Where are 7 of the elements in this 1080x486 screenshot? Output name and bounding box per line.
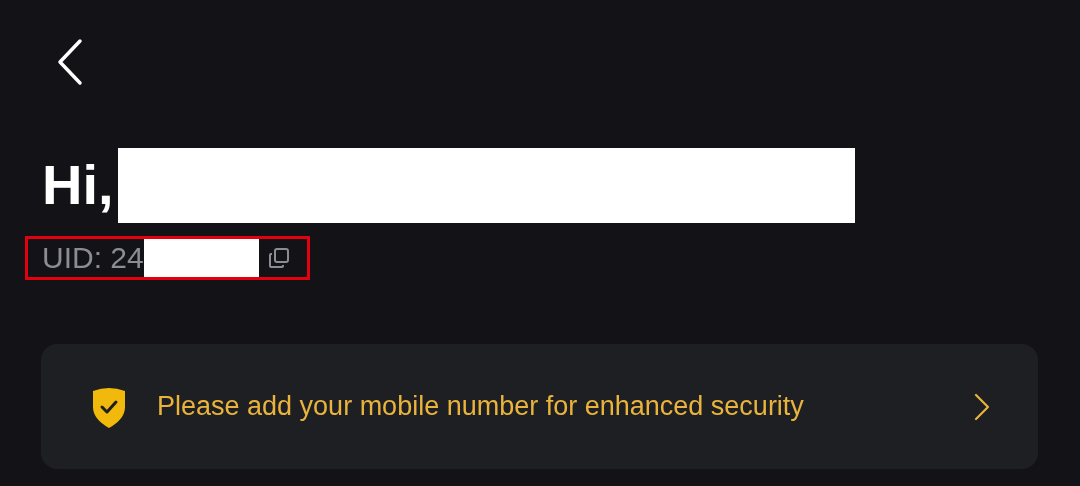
back-icon[interactable] (56, 38, 84, 86)
security-banner[interactable]: Please add your mobile number for enhanced security (41, 344, 1038, 469)
chevron-right-icon (974, 392, 990, 421)
greeting: Hi, (42, 152, 114, 218)
copy-icon[interactable] (266, 246, 291, 270)
banner-message: Please add your mobile number for enhanced security (157, 391, 805, 422)
uid-label: UID: 24 (42, 241, 144, 275)
